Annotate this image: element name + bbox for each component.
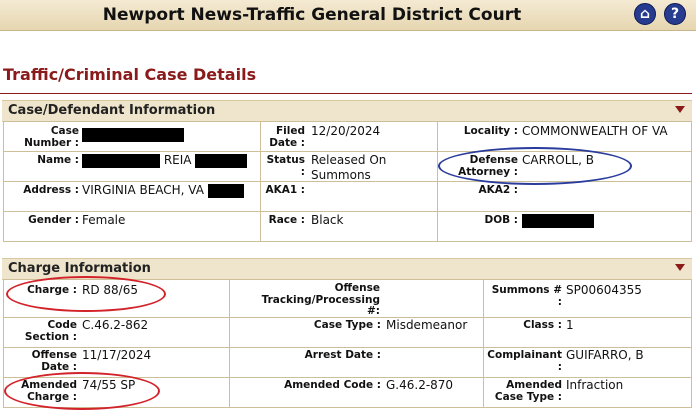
case-info-table: Case Number : Filed Date : 12/20/2024 Lo… bbox=[3, 121, 692, 242]
complainant-label: Complainant : bbox=[487, 349, 562, 373]
defense-attorney-value: CARROLL, B bbox=[522, 153, 594, 167]
dob-label: DOB : bbox=[484, 214, 519, 226]
address-value: VIRGINIA BEACH, VA bbox=[82, 183, 204, 197]
redaction-bar bbox=[207, 183, 244, 198]
amended-charge-value: 74/55 SP bbox=[82, 378, 136, 392]
defense-attorney-label: Defense Attorney : bbox=[458, 154, 518, 178]
offense-date-value: 11/17/2024 bbox=[82, 348, 152, 362]
case-section-header[interactable]: Case/Defendant Information bbox=[2, 100, 692, 122]
redaction-bar bbox=[522, 213, 594, 228]
filed-date-value: 12/20/2024 bbox=[311, 124, 381, 138]
status-value: Released On Summons bbox=[311, 153, 387, 182]
aka2-label: AKA2 : bbox=[478, 184, 518, 196]
collapse-arrow-icon[interactable] bbox=[675, 106, 685, 113]
amended-code-label: Amended Code : bbox=[284, 379, 381, 391]
offense-date-label: Offense Date : bbox=[31, 349, 77, 373]
divider bbox=[0, 93, 692, 94]
charge-section-header[interactable]: Charge Information bbox=[2, 258, 692, 280]
arrest-date-label: Arrest Date : bbox=[304, 349, 381, 361]
class-value: 1 bbox=[566, 318, 574, 332]
address-label: Address : bbox=[23, 184, 79, 196]
locality-label: Locality : bbox=[463, 125, 518, 137]
name-label: Name : bbox=[37, 154, 79, 166]
home-icon[interactable]: ⌂ bbox=[634, 3, 656, 25]
code-section-value: C.46.2-862 bbox=[82, 318, 149, 332]
redaction-bar bbox=[195, 153, 248, 168]
locality-value: COMMONWEALTH OF VA bbox=[522, 124, 668, 138]
case-number-label: Case Number : bbox=[24, 125, 79, 149]
charge-value: RD 88/65 bbox=[82, 283, 138, 297]
status-label: Status : bbox=[266, 154, 305, 178]
amended-case-type-label: Amended Case Type : bbox=[494, 379, 562, 403]
top-bar: Newport News-Traffic General District Co… bbox=[0, 0, 696, 31]
race-label: Race : bbox=[268, 214, 305, 226]
name-visible: REIA bbox=[163, 153, 192, 167]
complainant-value: GUIFARRO, B bbox=[566, 348, 644, 362]
gender-value: Female bbox=[82, 213, 126, 227]
charge-label: Charge : bbox=[27, 284, 77, 296]
class-label: Class : bbox=[523, 319, 562, 331]
case-type-label: Case Type : bbox=[313, 319, 381, 331]
summons-label: Summons # : bbox=[491, 284, 562, 308]
collapse-arrow-icon[interactable] bbox=[675, 264, 685, 271]
aka1-label: AKA1 : bbox=[265, 184, 305, 196]
amended-charge-label: Amended Charge : bbox=[21, 379, 77, 403]
case-type-value: Misdemeanor bbox=[386, 318, 468, 332]
redaction-bar bbox=[82, 153, 160, 168]
charge-section-title: Charge Information bbox=[8, 261, 151, 276]
offense-tracking-label: Offense Tracking/Processing #: bbox=[261, 282, 380, 317]
gender-label: Gender : bbox=[28, 214, 79, 226]
help-icon[interactable]: ? bbox=[664, 3, 686, 25]
court-title: Newport News-Traffic General District Co… bbox=[102, 5, 522, 25]
code-section-label: Code Section : bbox=[24, 319, 77, 343]
page-title: Traffic/Criminal Case Details bbox=[3, 65, 257, 84]
race-value: Black bbox=[311, 213, 344, 227]
amended-case-type-value: Infraction bbox=[566, 378, 624, 392]
filed-date-label: Filed Date : bbox=[269, 125, 305, 149]
amended-code-value: G.46.2-870 bbox=[386, 378, 454, 392]
case-section-title: Case/Defendant Information bbox=[8, 103, 216, 118]
summons-value: SP00604355 bbox=[566, 283, 642, 297]
redaction-bar bbox=[82, 127, 184, 142]
charge-info-table: Charge : RD 88/65 Offense Tracking/Proce… bbox=[3, 279, 692, 408]
